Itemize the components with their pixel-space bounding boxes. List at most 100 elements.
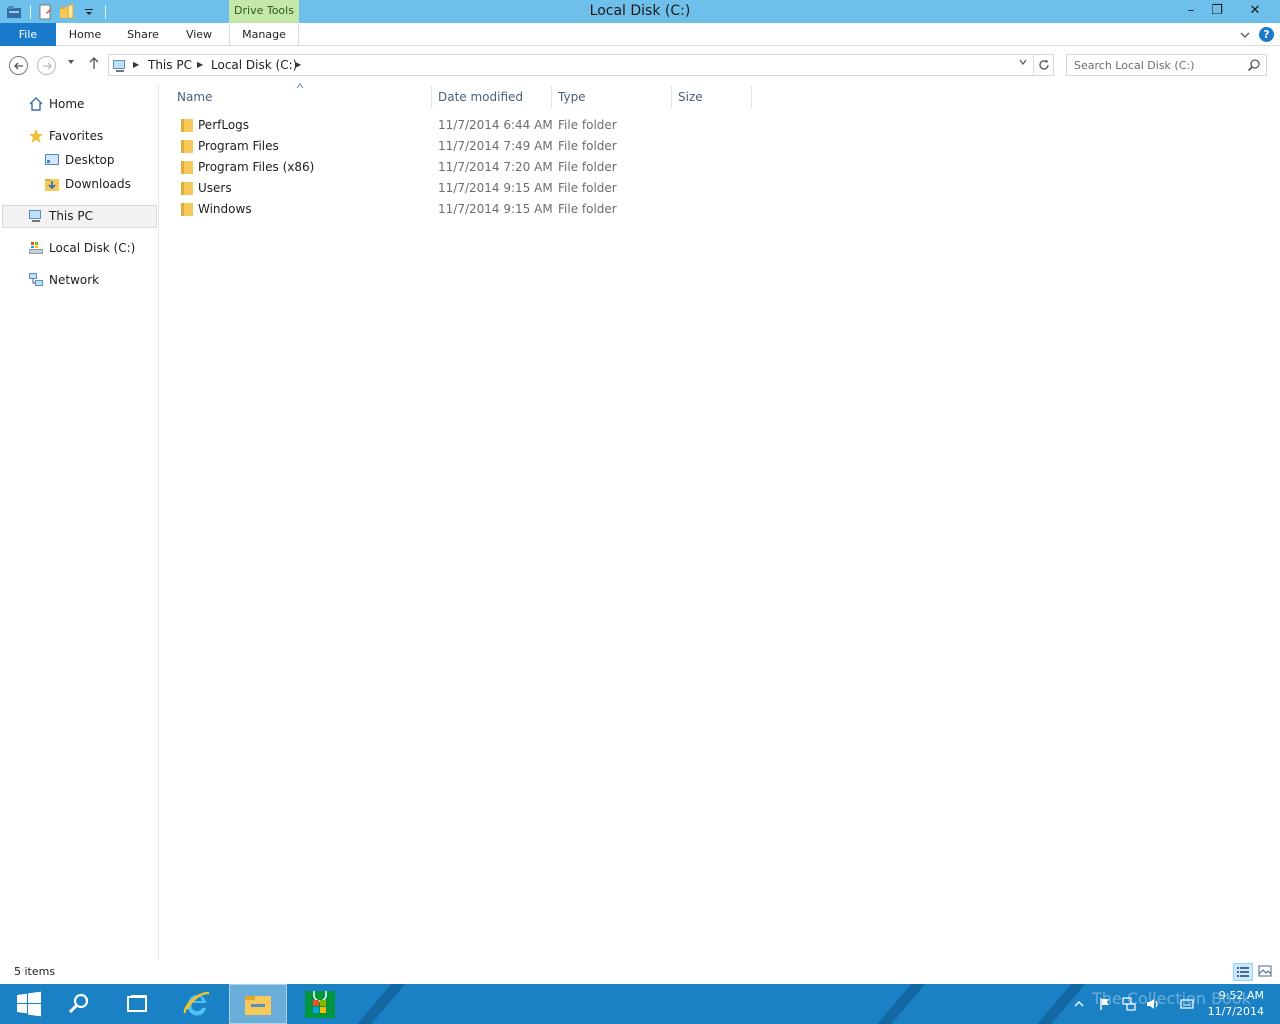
table-row[interactable]: Windows 11/7/2014 9:15 AM File folder [176, 199, 752, 220]
forward-button[interactable] [37, 56, 56, 75]
clock-time: 9:52 AM [1218, 989, 1264, 1002]
tab-file[interactable]: File [0, 23, 56, 46]
folder-icon [179, 138, 195, 154]
search-icon[interactable] [1247, 58, 1261, 72]
close-button[interactable]: ✕ [1232, 0, 1278, 23]
column-header-size[interactable]: Size [678, 86, 750, 108]
ribbon-right-controls: ? [1239, 23, 1280, 46]
search-box[interactable] [1066, 54, 1267, 76]
breadcrumb-separator[interactable]: ▶ [197, 55, 203, 75]
desktop-icon [44, 152, 60, 168]
column-header-date-modified[interactable]: Date modified [438, 86, 550, 108]
sidebar-item-label: Home [49, 97, 85, 111]
taskbar-decoration [860, 984, 934, 1024]
network-tray-icon[interactable] [1122, 997, 1136, 1011]
keyboard-layout-icon[interactable] [1180, 997, 1194, 1011]
search-taskbar-button[interactable] [50, 984, 108, 1024]
large-icons-view-button[interactable] [1256, 963, 1276, 981]
task-view-button[interactable] [108, 984, 166, 1024]
breadcrumb-local-disk[interactable]: Local Disk (C:) [211, 55, 297, 75]
tab-share[interactable]: Share [118, 23, 168, 46]
breadcrumb-separator[interactable]: ▶ [133, 55, 139, 75]
details-view-button[interactable] [1233, 963, 1253, 981]
task-view-icon [127, 995, 147, 1012]
recent-locations-button[interactable] [66, 57, 76, 70]
store-button[interactable] [291, 984, 349, 1024]
file-date-modified: 11/7/2014 7:20 AM [438, 160, 553, 174]
home-icon [28, 96, 44, 112]
table-row[interactable]: PerfLogs 11/7/2014 6:44 AM File folder [176, 115, 752, 136]
column-divider[interactable] [751, 86, 752, 108]
status-bar: 5 items [0, 960, 1280, 984]
volume-icon[interactable] [1146, 997, 1160, 1011]
drive-tools-context-label: Drive Tools [229, 0, 299, 23]
folder-icon [179, 117, 195, 133]
customize-qat-icon[interactable] [81, 4, 97, 20]
search-input[interactable] [1067, 55, 1243, 75]
computer-icon [28, 208, 44, 224]
refresh-button[interactable] [1033, 55, 1053, 75]
column-header-name[interactable]: Name [177, 86, 431, 108]
table-row[interactable]: Users 11/7/2014 9:15 AM File folder [176, 178, 752, 199]
title-bar: Drive Tools Local Disk (C:) – ❐ ✕ [0, 0, 1280, 23]
column-divider[interactable] [671, 86, 672, 108]
show-hidden-icons-icon[interactable] [1072, 997, 1086, 1011]
back-button[interactable] [9, 56, 28, 75]
store-icon [305, 991, 335, 1018]
sidebar-item-label: Network [49, 273, 100, 287]
file-explorer-icon [245, 996, 271, 1015]
breadcrumb-separator[interactable]: ▶ [295, 55, 301, 75]
taskbar-decoration [340, 984, 414, 1024]
internet-explorer-icon [183, 991, 210, 1016]
tab-view[interactable]: View [176, 23, 222, 46]
file-name: PerfLogs [198, 118, 250, 132]
column-header-type[interactable]: Type [558, 86, 670, 108]
start-icon [17, 991, 41, 1017]
taskbar-clock[interactable]: 9:52 AM 11/7/2014 [1208, 988, 1264, 1020]
details-view-icon [1237, 967, 1249, 977]
file-date-modified: 11/7/2014 9:15 AM [438, 181, 553, 195]
tab-home[interactable]: Home [60, 23, 110, 46]
folder-icon [179, 159, 195, 175]
sidebar-item-label: Downloads [65, 177, 131, 191]
sidebar-item-label: This PC [49, 209, 93, 223]
drive-icon [28, 240, 44, 256]
quick-access-toolbar [0, 0, 106, 23]
table-row[interactable]: Program Files 11/7/2014 7:49 AM File fol… [176, 136, 752, 157]
qat-separator [30, 4, 31, 19]
file-name: Program Files (x86) [198, 160, 315, 174]
action-center-flag-icon[interactable] [1098, 997, 1112, 1011]
help-icon[interactable]: ? [1259, 27, 1274, 42]
restore-button[interactable]: ❐ [1204, 0, 1230, 23]
up-button[interactable] [88, 56, 100, 73]
file-explorer-button[interactable] [229, 984, 287, 1024]
file-date-modified: 11/7/2014 9:15 AM [438, 202, 553, 216]
large-icons-view-icon [1258, 965, 1272, 977]
file-type: File folder [558, 181, 617, 195]
file-name: Windows [198, 202, 252, 216]
address-history-dropdown[interactable] [1013, 55, 1033, 75]
sidebar-item-label: Desktop [65, 153, 115, 167]
address-bar[interactable]: ▶ This PC ▶ Local Disk (C:) ▶ [108, 54, 1054, 76]
explorer-app-icon[interactable] [6, 4, 22, 20]
item-count: 5 items [14, 965, 56, 978]
file-name: Program Files [198, 139, 279, 153]
column-divider[interactable] [431, 86, 432, 108]
sidebar-item-label: Local Disk (C:) [49, 241, 136, 255]
table-row[interactable]: Program Files (x86) 11/7/2014 7:20 AM Fi… [176, 157, 752, 178]
file-type: File folder [558, 202, 617, 216]
chevron-down-icon[interactable] [1239, 29, 1251, 41]
column-divider[interactable] [551, 86, 552, 108]
computer-icon [112, 57, 128, 73]
folder-icon [179, 201, 195, 217]
minimize-button[interactable]: – [1178, 0, 1204, 23]
file-type: File folder [558, 139, 617, 153]
breadcrumb-this-pc[interactable]: This PC [148, 55, 192, 75]
new-folder-icon[interactable] [59, 4, 75, 20]
properties-icon[interactable] [37, 4, 53, 20]
star-icon [28, 128, 44, 144]
tab-manage[interactable]: Manage [230, 23, 298, 46]
internet-explorer-button[interactable] [168, 984, 226, 1024]
sort-ascending-icon [296, 82, 304, 91]
address-row: ▶ This PC ▶ Local Disk (C:) ▶ [0, 47, 1280, 83]
